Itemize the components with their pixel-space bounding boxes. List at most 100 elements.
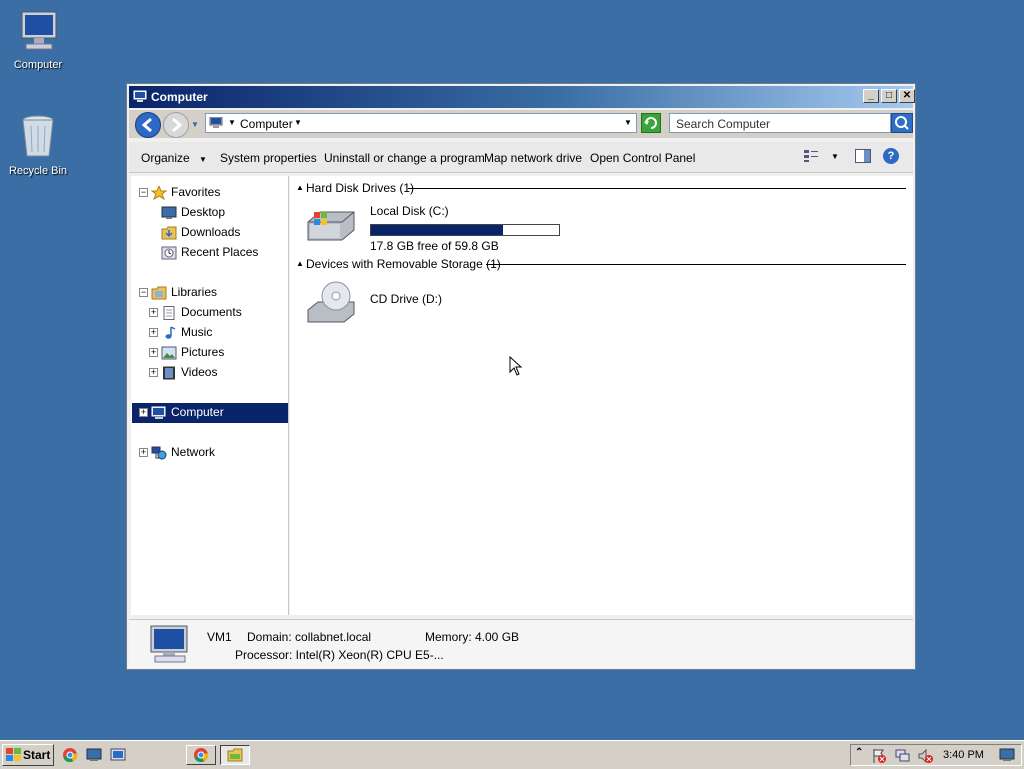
computer-name: VM1 <box>207 630 232 644</box>
group-divider <box>408 188 906 189</box>
forward-button[interactable] <box>163 112 189 138</box>
group-header-removable-storage[interactable]: Devices with Removable Storage (1) <box>306 257 501 271</box>
open-control-panel-button[interactable]: Open Control Panel <box>590 151 695 165</box>
domain-info: Domain: collabnet.local <box>247 630 372 644</box>
desktop-icon-computer[interactable]: Computer <box>0 10 78 71</box>
quicklaunch-server-manager-icon[interactable] <box>110 747 126 766</box>
nav-computer[interactable]: Computer <box>151 403 224 421</box>
expand-pictures-toggle[interactable]: + <box>149 348 158 357</box>
star-icon <box>151 185 167 200</box>
command-bar: Organize ▼ System properties Uninstall o… <box>129 142 913 173</box>
search-input[interactable]: Search Computer <box>669 113 891 133</box>
chevron-down-icon: ▼ <box>199 155 207 164</box>
computer-icon <box>21 11 57 50</box>
expand-videos-toggle[interactable]: + <box>149 368 158 377</box>
windows-logo-icon <box>6 748 21 761</box>
libraries-icon <box>151 286 167 300</box>
drive-item-local-disk[interactable]: Local Disk (C:) 17.8 GB free of 59.8 GB <box>304 204 560 253</box>
volume-muted-icon[interactable] <box>917 748 933 767</box>
close-button[interactable]: ✕ <box>899 89 915 103</box>
title-bar[interactable]: Computer _ □ ✕ <box>129 86 915 108</box>
address-history-chevron-icon[interactable]: ▼ <box>624 118 632 127</box>
organize-label: Organize <box>141 151 190 165</box>
collapse-group-toggle[interactable]: ▲ <box>296 259 304 268</box>
system-tray: ⌃ 3:40 PM <box>850 744 1022 766</box>
show-hidden-icons-chevron-icon[interactable]: ⌃ <box>855 747 863 758</box>
clock[interactable]: 3:40 PM <box>943 749 984 761</box>
quicklaunch-show-desktop-icon[interactable] <box>86 747 102 766</box>
collapse-libraries-toggle[interactable]: − <box>139 288 148 297</box>
cd-drive-icon <box>307 281 355 323</box>
nav-music[interactable]: Music <box>161 323 212 341</box>
back-arrow-icon <box>141 117 152 133</box>
help-icon[interactable]: ? <box>883 148 899 164</box>
computer-icon <box>151 406 166 419</box>
search-button[interactable] <box>891 113 913 133</box>
nav-network[interactable]: Network <box>151 443 215 461</box>
start-button[interactable]: Start <box>2 744 54 766</box>
music-icon <box>165 326 176 339</box>
expand-documents-toggle[interactable]: + <box>149 308 158 317</box>
nav-videos[interactable]: Videos <box>161 363 217 381</box>
window-title: Computer <box>151 90 208 104</box>
nav-libraries[interactable]: Libraries <box>151 283 217 301</box>
back-button[interactable] <box>135 112 161 138</box>
chevron-down-icon[interactable]: ▼ <box>294 118 302 127</box>
drive-name: CD Drive (D:) <box>370 292 442 306</box>
navigation-pane: − Favorites Desktop Downloads Recent Pla… <box>131 176 289 615</box>
memory-info: Memory: 4.00 GB <box>425 630 520 644</box>
documents-icon <box>163 305 175 320</box>
hard-drive-icon <box>307 211 355 241</box>
show-desktop-icon[interactable] <box>999 748 1015 765</box>
group-divider <box>486 264 906 265</box>
network-status-icon[interactable] <box>895 748 911 767</box>
search-icon <box>895 116 909 130</box>
expand-computer-toggle[interactable]: + <box>139 408 148 417</box>
nav-desktop[interactable]: Desktop <box>161 203 225 221</box>
start-label: Start <box>23 748 51 762</box>
chrome-icon <box>194 748 209 763</box>
map-network-drive-button[interactable]: Map network drive <box>484 151 582 165</box>
collapse-group-toggle[interactable]: ▲ <box>296 183 304 192</box>
processor-info: Processor: Intel(R) Xeon(R) CPU E5-... <box>235 648 444 662</box>
group-header-hard-disks[interactable]: Hard Disk Drives (1) <box>306 181 414 195</box>
collapse-favorites-toggle[interactable]: − <box>139 188 148 197</box>
nav-favorites[interactable]: Favorites <box>151 183 220 201</box>
taskbar: Start ⌃ 3:40 PM <box>0 740 1024 769</box>
uninstall-program-button[interactable]: Uninstall or change a program <box>324 151 485 165</box>
chevron-down-icon[interactable]: ▼ <box>831 152 839 161</box>
forward-arrow-icon <box>172 117 183 133</box>
recent-pages-chevron-icon[interactable]: ▼ <box>191 120 199 129</box>
desktop-icon-recycle-bin[interactable]: Recycle Bin <box>0 112 78 177</box>
nav-downloads[interactable]: Downloads <box>161 223 240 241</box>
recent-places-icon <box>161 246 177 260</box>
expand-network-toggle[interactable]: + <box>139 448 148 457</box>
desktop-icon-label: Computer <box>13 59 63 71</box>
nav-pictures[interactable]: Pictures <box>161 343 224 361</box>
desktop-icon <box>161 206 177 219</box>
content-pane: ▲ Hard Disk Drives (1) Local Disk (C:) 1… <box>290 176 913 615</box>
system-properties-button[interactable]: System properties <box>220 151 317 165</box>
view-options-icon[interactable] <box>803 149 819 166</box>
address-row: ▼ ▼ Computer ▼ ▼ Search Computer <box>129 110 913 138</box>
address-bar[interactable]: ▼ Computer ▼ ▼ <box>205 113 637 133</box>
action-center-flag-icon[interactable] <box>871 748 887 767</box>
chevron-down-icon[interactable]: ▼ <box>228 118 236 127</box>
expand-music-toggle[interactable]: + <box>149 328 158 337</box>
videos-icon <box>163 366 175 380</box>
recycle-bin-icon <box>22 115 54 157</box>
nav-recent-places[interactable]: Recent Places <box>161 243 258 261</box>
maximize-button[interactable]: □ <box>881 89 897 103</box>
taskbar-app-explorer[interactable] <box>220 745 250 765</box>
quicklaunch-chrome-icon[interactable] <box>62 747 78 766</box>
organize-button[interactable]: Organize ▼ <box>141 151 207 165</box>
computer-icon <box>133 90 147 106</box>
taskbar-app-chrome[interactable] <box>186 745 216 765</box>
drive-item-cd-drive[interactable]: CD Drive (D:) <box>304 280 504 326</box>
preview-pane-icon[interactable] <box>855 149 871 166</box>
refresh-button[interactable] <box>641 113 661 133</box>
breadcrumb[interactable]: Computer <box>240 117 293 131</box>
minimize-button[interactable]: _ <box>863 89 879 103</box>
capacity-bar <box>370 224 560 236</box>
nav-documents[interactable]: Documents <box>161 303 242 321</box>
